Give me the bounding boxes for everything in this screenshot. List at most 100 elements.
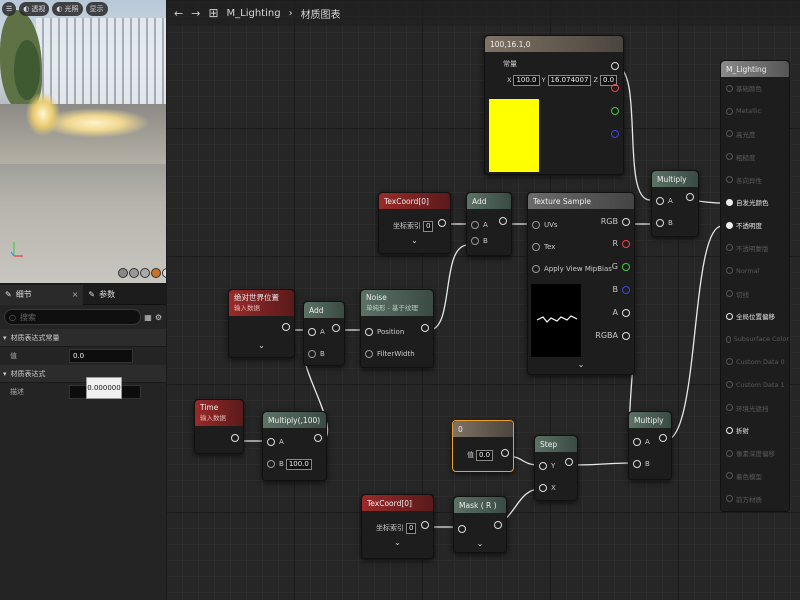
mask-node[interactable]: Mask ( R ) ⌄ <box>453 496 507 553</box>
output-pin[interactable] <box>278 323 294 331</box>
perspective-button[interactable]: ◐ 透视 <box>19 2 50 16</box>
output-pin[interactable] <box>417 521 433 529</box>
result-pin-row[interactable]: Metallic <box>721 100 789 123</box>
output-pin[interactable] <box>561 458 577 466</box>
result-pin-row[interactable]: 环境光遮挡 <box>721 396 789 419</box>
result-pin-row[interactable]: 各向异性 <box>721 168 789 191</box>
output-pin[interactable] <box>495 217 511 225</box>
result-pin-row[interactable]: Subsurface Color <box>721 328 789 351</box>
breadcrumb-graph[interactable]: 材质图表 <box>301 6 341 21</box>
search-input[interactable]: ○ 搜索 <box>4 309 142 325</box>
output-rgb[interactable]: RGB <box>601 217 634 226</box>
result-pin-row[interactable]: 基础颜色 <box>721 77 789 100</box>
expand-chevron-icon[interactable]: ⌄ <box>229 339 294 353</box>
output-r[interactable]: R <box>612 239 634 248</box>
result-pin-row[interactable]: 折射 <box>721 419 789 442</box>
result-pin-row[interactable]: Custom Data 1 <box>721 373 789 396</box>
result-pin-row[interactable]: 前方材质 <box>721 487 789 510</box>
texture-sample-node[interactable]: Texture Sample UVs Tex Apply View MipBia… <box>527 192 635 375</box>
cube-preview-icon[interactable] <box>151 268 161 278</box>
output-pin[interactable] <box>682 193 698 201</box>
output-pin-r[interactable] <box>607 84 623 92</box>
result-pin-row[interactable]: 全局位置偏移 <box>721 305 789 328</box>
value-field[interactable]: 0.0 <box>476 449 494 461</box>
preview-viewport[interactable]: ☰ ◐ 透视 ◐ 光照 显示 <box>0 0 166 283</box>
output-pin-b[interactable] <box>607 130 623 138</box>
lighting-button[interactable]: ◐ 光照 <box>52 2 83 16</box>
input-b[interactable]: B 100.0 <box>263 456 326 472</box>
input-b[interactable]: B <box>467 233 511 249</box>
x-field[interactable]: 100.0 <box>513 74 540 86</box>
result-pin-row[interactable]: 粗糙度 <box>721 145 789 168</box>
input-b[interactable]: B <box>652 215 698 231</box>
close-icon[interactable]: × <box>72 290 79 299</box>
b-value-field[interactable]: 100.0 <box>285 458 312 470</box>
viewport-menu-button[interactable]: ☰ <box>2 2 17 16</box>
y-field[interactable]: 16.074007 <box>547 74 592 86</box>
pin-label: 环境光遮挡 <box>736 404 769 413</box>
output-pin-g[interactable] <box>607 107 623 115</box>
multiply-node-bottom[interactable]: Multiply A B <box>628 411 672 480</box>
input-b[interactable]: B <box>304 346 344 362</box>
input-b[interactable]: B <box>629 456 671 472</box>
constant-node-selected[interactable]: 0 值 0.0 <box>452 420 514 472</box>
add-node[interactable]: Add A B <box>466 192 512 256</box>
noise-node[interactable]: Noise 单纯形 - 基于纹理 Position FilterWidth <box>360 289 434 368</box>
input-x[interactable]: X <box>535 480 577 496</box>
material-result-node[interactable]: M_Lighting 基础颜色 Metallic 高光度 粗糙度 各向异性 自发光颜色 不透… <box>720 60 790 512</box>
tab-parameters[interactable]: ✎ 参数 <box>83 285 120 305</box>
output-pin[interactable] <box>655 434 671 442</box>
result-pin-row[interactable]: 不透明蒙版 <box>721 237 789 260</box>
result-pin-row[interactable]: 像素深度偏移 <box>721 442 789 465</box>
back-arrow-icon[interactable]: ← <box>174 7 183 20</box>
section-expression[interactable]: ▾ 材质表达式 <box>0 365 166 383</box>
result-pin-row[interactable]: 自发光颜色 <box>721 191 789 214</box>
plane-preview-icon[interactable] <box>140 268 150 278</box>
multiply-100-node[interactable]: Multiply(,100) A B 100.0 <box>262 411 327 481</box>
result-pin-row[interactable]: 着色模型 <box>721 465 789 488</box>
input-filterwidth[interactable]: FilterWidth <box>361 346 433 362</box>
expand-chevron-icon[interactable]: ⌄ <box>362 536 433 550</box>
result-pin-row[interactable]: 切线 <box>721 282 789 305</box>
pin-icon <box>365 350 373 358</box>
table-view-icon[interactable]: ▦ <box>144 313 152 322</box>
result-pin-row[interactable]: Normal <box>721 259 789 282</box>
expand-chevron-icon[interactable]: ⌄ <box>454 537 506 551</box>
output-pin[interactable] <box>328 324 344 332</box>
time-node[interactable]: Time 输入数据 <box>194 399 244 454</box>
output-pin[interactable] <box>417 324 433 332</box>
cylinder-preview-icon[interactable] <box>118 268 128 278</box>
output-g[interactable]: G <box>612 262 634 271</box>
result-pin-row[interactable]: 不透明度 <box>721 214 789 237</box>
section-constant[interactable]: ▾ 材质表达式常量 <box>0 329 166 347</box>
show-button[interactable]: 显示 <box>85 2 108 16</box>
world-position-node[interactable]: 绝对世界位置 输入数据 ⌄ <box>228 289 295 358</box>
gear-icon[interactable]: ⚙ <box>155 313 162 322</box>
constant3-node[interactable]: 100,16.1,0 常量 X 100.0 Y 16.074007 Z 0.0 <box>484 35 624 175</box>
output-pin[interactable] <box>490 521 506 529</box>
add-node-2[interactable]: Add A B <box>303 301 345 366</box>
output-pin[interactable] <box>607 62 623 70</box>
coord-index-field[interactable]: 0 <box>423 220 434 232</box>
sphere-preview-icon[interactable] <box>129 268 139 278</box>
output-a[interactable]: A <box>613 308 634 317</box>
expand-chevron-icon[interactable]: ⌄ <box>379 234 450 248</box>
output-pin[interactable] <box>227 434 243 442</box>
texcoord-node[interactable]: TexCoord[0] 坐标索引 0 ⌄ <box>378 192 451 254</box>
result-pin-row[interactable]: 高光度 <box>721 123 789 146</box>
value-field[interactable]: 0.0 <box>69 349 133 363</box>
output-pin[interactable] <box>434 219 450 227</box>
tab-details[interactable]: ✎ 细节 × <box>0 284 84 305</box>
step-node[interactable]: Step Y X <box>534 435 578 501</box>
breadcrumb-material[interactable]: M_Lighting <box>227 8 281 19</box>
output-pin[interactable] <box>310 434 326 442</box>
output-pin[interactable] <box>497 449 513 457</box>
expand-chevron-icon[interactable]: ⌄ <box>528 358 634 372</box>
forward-arrow-icon[interactable]: → <box>191 7 200 20</box>
output-rgba[interactable]: RGBA <box>595 331 634 340</box>
output-b[interactable]: B <box>613 285 635 294</box>
result-pin-row[interactable]: Custom Data 0 <box>721 351 789 374</box>
multiply-node-top[interactable]: Multiply A B <box>651 170 699 237</box>
coord-index-field[interactable]: 0 <box>406 522 417 534</box>
texcoord-node-2[interactable]: TexCoord[0] 坐标索引 0 ⌄ <box>361 494 434 559</box>
